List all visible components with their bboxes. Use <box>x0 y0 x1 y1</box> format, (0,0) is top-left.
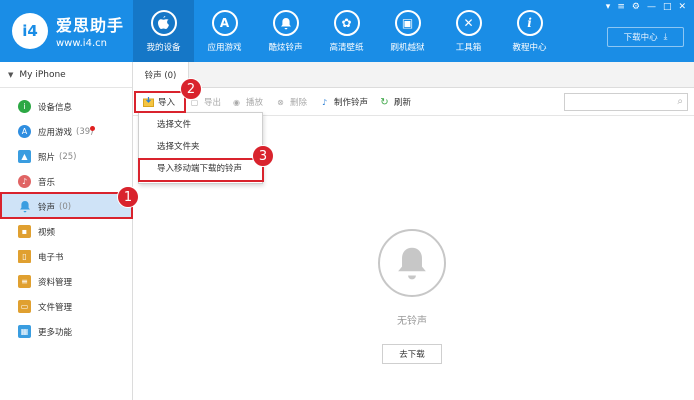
delete-label: 删除 <box>290 98 308 108</box>
logo-mark: i4 <box>12 12 48 49</box>
sidebar-item-label: 视频 <box>38 227 56 238</box>
nav-label: 高清壁纸 <box>329 43 364 53</box>
nav-toolbox[interactable]: ✕ 工具箱 <box>438 0 499 62</box>
app-title: 爱思助手 <box>56 16 125 35</box>
apple-icon <box>150 10 177 36</box>
sidebar-item-device-info[interactable]: i 设备信息 <box>0 94 132 119</box>
search-icon: ⌕ <box>677 96 683 107</box>
sidebar-item-label: 音乐 <box>38 177 56 188</box>
main-nav: 我的设备 A 应用游戏 酷炫铃声 ✿ 高清壁纸 ▣ 刷机越狱 ✕ 工具箱 i 教… <box>133 0 560 62</box>
play-label: 播放 <box>246 98 264 108</box>
device-name: My iPhone <box>19 69 66 80</box>
highlight-import <box>134 91 186 113</box>
download-center-button[interactable]: 下载中心 ⤓ <box>607 27 684 47</box>
refresh-label: 刷新 <box>394 98 412 108</box>
folder-icon: ▭ <box>18 300 31 313</box>
nav-apps-games[interactable]: A 应用游戏 <box>194 0 255 62</box>
nav-label: 我的设备 <box>146 43 181 53</box>
play-icon: ◉ <box>233 97 240 107</box>
device-selector[interactable]: ▼ My iPhone <box>0 62 132 88</box>
sidebar-item-label: 电子书 <box>38 252 64 263</box>
nav-my-device[interactable]: 我的设备 <box>133 0 194 62</box>
menu-item-select-file[interactable]: 选择文件 <box>139 113 262 135</box>
bell-icon <box>272 10 299 36</box>
title-bar: i4 爱思助手 www.i4.cn 我的设备 A 应用游戏 酷炫铃声 ✿ 高清壁… <box>0 0 694 62</box>
menu-icon[interactable]: ≡ <box>617 2 625 12</box>
step-badge-2: 2 <box>180 78 202 100</box>
step-badge-3: 3 <box>252 145 274 167</box>
music-icon: ♪ <box>18 175 31 188</box>
sidebar-item-more-features[interactable]: ▦ 更多功能 <box>0 319 132 344</box>
sidebar-item-apps[interactable]: A 应用游戏 (39) <box>0 119 132 144</box>
nav-label: 工具箱 <box>455 43 482 53</box>
empty-bell-icon <box>378 229 446 297</box>
photo-icon: ▲ <box>18 150 31 163</box>
sidebar-item-photos[interactable]: ▲ 照片 (25) <box>0 144 132 169</box>
search-input[interactable]: ⌕ <box>564 93 688 111</box>
info-icon: i <box>18 100 31 113</box>
nav-label: 应用游戏 <box>207 43 242 53</box>
download-icon: ⤓ <box>663 32 668 42</box>
grid-icon: ▦ <box>18 325 31 338</box>
sidebar-item-label: 资料管理 <box>38 277 73 288</box>
dropdown-icon[interactable]: ▾ <box>606 2 611 12</box>
tools-icon: ✕ <box>455 10 482 36</box>
tab-bar: 铃声 (0) <box>133 62 694 88</box>
sidebar-item-label: 更多功能 <box>38 327 73 338</box>
refresh-icon: ↻ <box>380 96 389 108</box>
app-url: www.i4.cn <box>56 38 107 49</box>
contacts-icon: ≡ <box>18 275 31 288</box>
logo-text: 爱思助手 www.i4.cn <box>56 12 124 49</box>
maximize-icon[interactable]: □ <box>663 2 672 12</box>
close-icon[interactable]: ✕ <box>678 2 686 12</box>
highlight-ringtones <box>0 192 133 219</box>
gear-icon[interactable]: ⚙ <box>632 2 640 12</box>
bell-plus-icon: ♪ <box>321 97 328 107</box>
sidebar-item-label: 应用游戏 <box>38 127 73 138</box>
download-center-label: 下载中心 <box>623 33 658 43</box>
delete-icon: ⊗ <box>277 97 284 107</box>
play-button[interactable]: ◉ 播放 <box>231 96 264 109</box>
notification-dot <box>90 126 95 131</box>
nav-label: 教程中心 <box>512 43 547 53</box>
sidebar-item-data-management[interactable]: ≡ 资料管理 <box>0 269 132 294</box>
nav-label: 酷炫铃声 <box>268 43 303 53</box>
make-ringtone-button[interactable]: ♪ 制作铃声 <box>319 96 369 109</box>
sidebar-item-label: 照片 <box>38 152 56 163</box>
export-label: 导出 <box>204 98 222 108</box>
app-store-icon: A <box>18 125 31 138</box>
nav-wallpapers[interactable]: ✿ 高清壁纸 <box>316 0 377 62</box>
empty-state-text: 无铃声 <box>397 316 427 327</box>
nav-flash-jailbreak[interactable]: ▣ 刷机越狱 <box>377 0 438 62</box>
sidebar: ▼ My iPhone i 设备信息 A 应用游戏 (39) ▲ 照片 (25)… <box>0 62 133 400</box>
window-controls: ▾ ≡ ⚙ — □ ✕ <box>606 2 686 12</box>
book-icon: ▯ <box>18 250 31 263</box>
highlight-import-mobile <box>138 158 264 182</box>
minimize-icon[interactable]: — <box>647 2 656 12</box>
info-icon: i <box>516 10 543 36</box>
make-ringtone-label: 制作铃声 <box>334 98 369 108</box>
step-badge-1: 1 <box>117 186 139 208</box>
sidebar-item-music[interactable]: ♪ 音乐 <box>0 169 132 194</box>
go-download-button[interactable]: 去下载 <box>382 344 442 364</box>
nav-ringtones[interactable]: 酷炫铃声 <box>255 0 316 62</box>
nav-tutorials[interactable]: i 教程中心 <box>499 0 560 62</box>
sidebar-item-ebooks[interactable]: ▯ 电子书 <box>0 244 132 269</box>
sidebar-item-count: (25) <box>59 151 77 162</box>
menu-item-select-folder[interactable]: 选择文件夹 <box>139 135 262 157</box>
app-logo: i4 爱思助手 www.i4.cn <box>12 12 124 49</box>
app-store-icon: A <box>211 10 238 36</box>
sidebar-item-videos[interactable]: ▪ 视频 <box>0 219 132 244</box>
sidebar-item-label: 设备信息 <box>38 102 73 113</box>
refresh-button[interactable]: ↻ 刷新 <box>379 96 412 109</box>
sidebar-item-label: 文件管理 <box>38 302 73 313</box>
video-icon: ▪ <box>18 225 31 238</box>
caret-down-icon: ▼ <box>8 70 14 79</box>
sidebar-item-file-management[interactable]: ▭ 文件管理 <box>0 294 132 319</box>
nav-label: 刷机越狱 <box>390 43 425 53</box>
flower-icon: ✿ <box>333 10 360 36</box>
box-icon: ▣ <box>394 10 421 36</box>
delete-button[interactable]: ⊗ 删除 <box>275 96 308 109</box>
